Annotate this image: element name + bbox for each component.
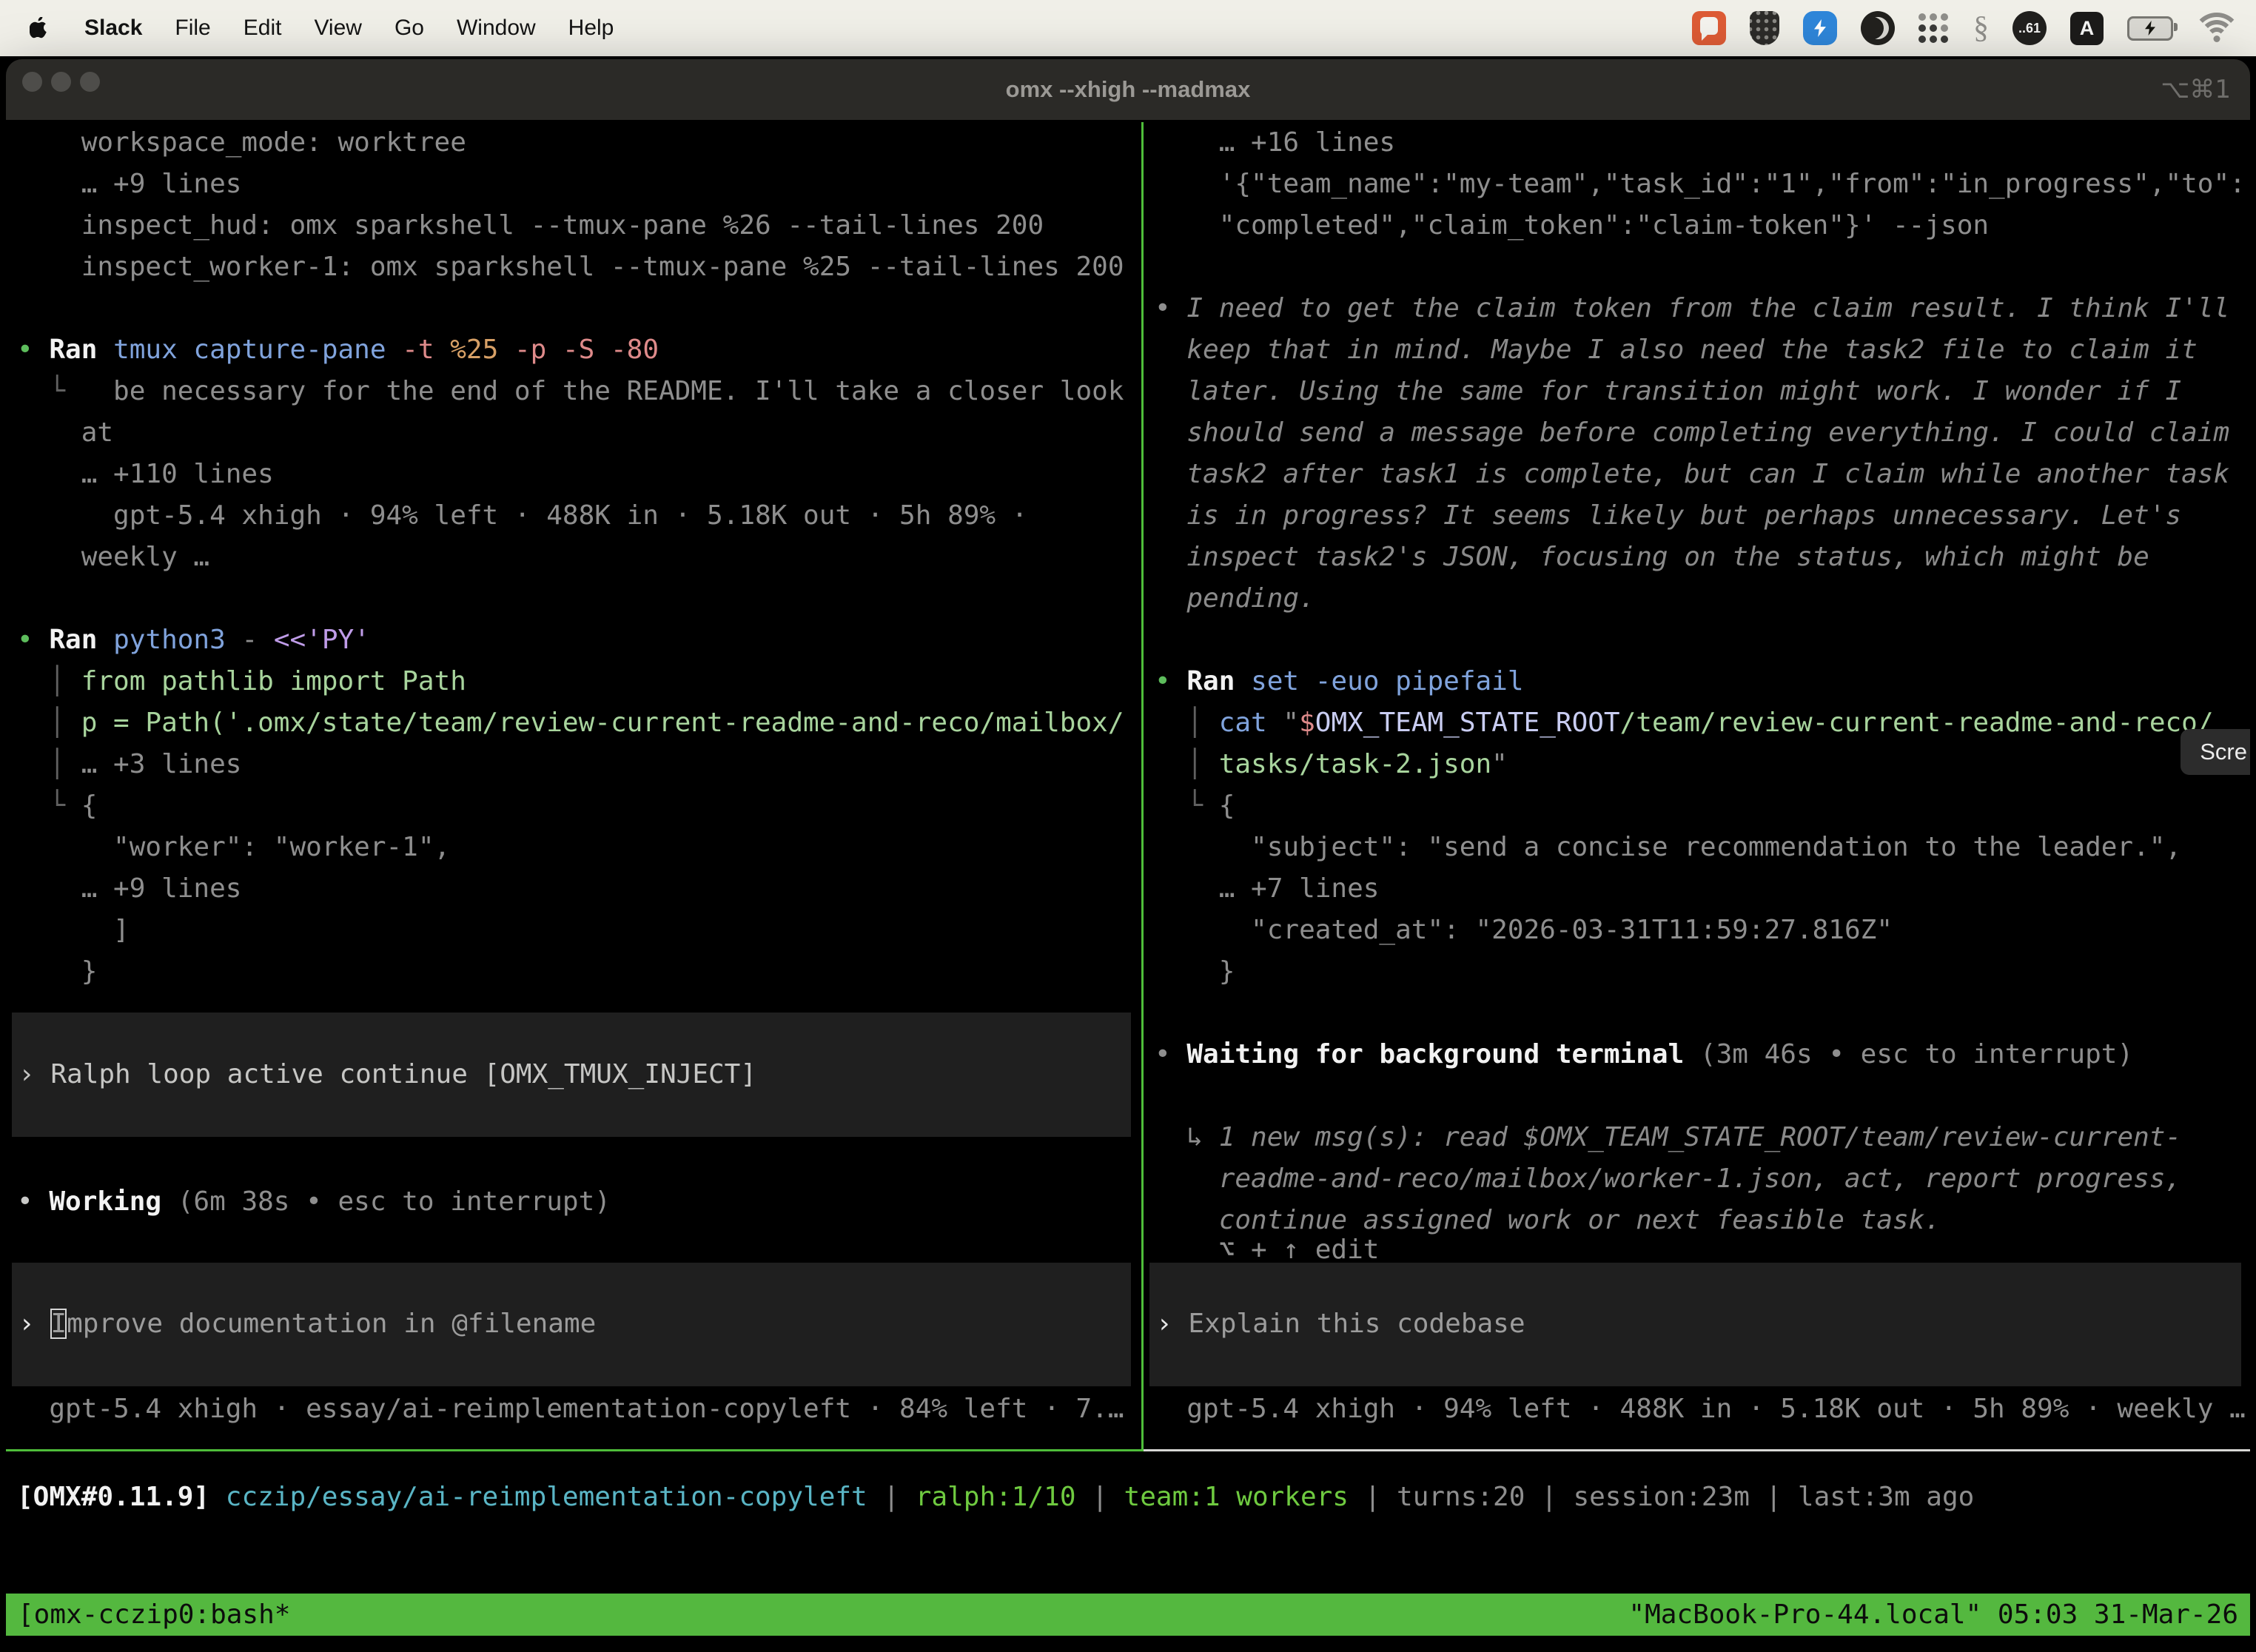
output-line: └ { <box>1155 785 1235 827</box>
ran-command-line: • Ran python3 - <<'PY' <box>17 620 370 661</box>
output-line: … +9 lines <box>17 868 241 910</box>
output-line: … +9 lines <box>17 164 241 205</box>
code-line: │ … +3 lines <box>17 744 241 785</box>
window-titlebar[interactable]: omx --xhigh --madmax ⌥⌘1 <box>6 59 2250 120</box>
menu-bar-left: Slack File Edit View Go Window Help <box>0 16 630 41</box>
chevron-prompt-icon: › <box>19 1309 35 1339</box>
output-line: "created_at": "2026-03-31T11:59:27.816Z" <box>1155 910 1893 951</box>
thinking-line: • I need to get the claim token from the… <box>1155 288 2229 329</box>
text-cursor: I <box>50 1309 67 1339</box>
chevron-prompt-icon: › <box>19 1059 35 1089</box>
tmux-host-clock-label: "MacBook-Pro-44.local" 05:03 31-Mar-26 <box>1628 1594 2238 1636</box>
terminal-content: › Ralph loop active continue [OMX_TMUX_I… <box>6 120 2250 1652</box>
chat-app-icon[interactable] <box>1692 11 1726 45</box>
chevron-prompt-icon: › <box>1156 1309 1172 1339</box>
output-line: } <box>1155 951 1235 993</box>
terminal-window: omx --xhigh --madmax ⌥⌘1 › Ralph loop ac… <box>6 59 2250 1652</box>
output-line: … +16 lines <box>1155 122 1395 164</box>
dark-crescent-icon[interactable] <box>1861 11 1895 45</box>
output-line: inspect_hud: omx sparkshell --tmux-pane … <box>17 205 1044 246</box>
message-line: ↳ 1 new msg(s): read $OMX_TEAM_STATE_ROO… <box>1155 1117 2181 1158</box>
wifi-icon[interactable] <box>2197 13 2237 44</box>
output-line: "subject": "send a concise recommendatio… <box>1155 827 2181 868</box>
thinking-line: later. Using the same for transition mig… <box>1155 371 2181 412</box>
window-title: omx --xhigh --madmax <box>6 59 2250 120</box>
menu-item-edit[interactable]: Edit <box>227 16 298 41</box>
output-line: "completed","claim_token":"claim-token"}… <box>1155 205 1989 246</box>
apple-logo-icon[interactable] <box>30 17 49 39</box>
prompt-input-left[interactable]: › Improve documentation in @filename <box>12 1263 1131 1386</box>
thinking-line: is in progress? It seems likely but perh… <box>1155 495 2181 537</box>
edit-hint-line: ⌥ + ↑ edit <box>1155 1229 1379 1271</box>
output-line: weekly … <box>17 537 209 578</box>
menu-item-file[interactable]: File <box>158 16 226 41</box>
omx-status-line: [OMX#0.11.9] cczip/essay/ai-reimplementa… <box>17 1477 1974 1518</box>
input-placeholder-text: mprove documentation in @filename <box>67 1309 596 1339</box>
output-line: workspace_mode: worktree <box>17 122 466 164</box>
menu-bar-status-icons: § ..61 A <box>1692 10 2256 46</box>
output-line: '{"team_name":"my-team","task_id":"1","f… <box>1155 164 2246 205</box>
shield-grid-icon[interactable] <box>1750 11 1779 45</box>
menu-item-view[interactable]: View <box>298 16 377 41</box>
battery-percent-icon[interactable]: ..61 <box>2012 11 2047 45</box>
output-line: ] <box>17 910 130 951</box>
thinking-line: pending. <box>1155 578 1315 620</box>
output-line: inspect_worker-1: omx sparkshell --tmux-… <box>17 246 1124 288</box>
model-status-line: gpt-5.4 xhigh · essay/ai-reimplementatio… <box>17 1389 1124 1430</box>
output-line: … +110 lines <box>17 454 274 495</box>
code-line: │ cat "$OMX_TEAM_STATE_ROOT/team/review-… <box>1155 702 2214 744</box>
pane-right[interactable]: › Explain this codebase … +16 lines '{"t… <box>1144 122 2250 1451</box>
battery-charging-icon[interactable] <box>2127 16 2173 41</box>
code-line: │ p = Path('.omx/state/team/review-curre… <box>17 702 1124 744</box>
thinking-line: keep that in mind. Maybe I also need the… <box>1155 329 2198 371</box>
dots-grid-icon[interactable] <box>1918 13 1950 44</box>
ran-command-line: • Ran set -euo pipefail <box>1155 661 1524 702</box>
menu-item-slack[interactable]: Slack <box>68 16 158 41</box>
squiggle-icon[interactable]: § <box>1973 10 1989 46</box>
thinking-line: task2 after task1 is complete, but can I… <box>1155 454 2229 495</box>
screen-tooltip: Scre <box>2181 729 2250 775</box>
code-line: │ from pathlib import Path <box>17 661 466 702</box>
output-line: } <box>17 951 97 993</box>
output-line: └ be necessary for the end of the README… <box>17 371 1124 412</box>
ralph-status-box: › Ralph loop active continue [OMX_TMUX_I… <box>12 1013 1131 1137</box>
working-status-line: • Working (6m 38s • esc to interrupt) <box>17 1181 611 1223</box>
blue-bolt-icon[interactable] <box>1803 11 1837 45</box>
menu-bar: Slack File Edit View Go Window Help § ..… <box>0 0 2256 56</box>
output-line: at <box>17 412 113 454</box>
output-line: "worker": "worker-1", <box>17 827 450 868</box>
menu-item-window[interactable]: Window <box>440 16 552 41</box>
waiting-status-line: • Waiting for background terminal (3m 46… <box>1155 1034 2133 1075</box>
output-line: gpt-5.4 xhigh · 94% left · 488K in · 5.1… <box>17 495 1027 537</box>
screen: Slack File Edit View Go Window Help § ..… <box>0 0 2256 1652</box>
input-placeholder-text: Explain this codebase <box>1188 1309 1525 1339</box>
model-status-line: gpt-5.4 xhigh · 94% left · 488K in · 5.1… <box>1155 1389 2246 1430</box>
menu-item-help[interactable]: Help <box>552 16 631 41</box>
output-line: … +7 lines <box>1155 868 1379 910</box>
message-line: readme-and-reco/mailbox/worker-1.json, a… <box>1155 1158 2181 1200</box>
tmux-session-label: [omx-cczip0:bash* <box>18 1594 290 1636</box>
pane-left[interactable]: › Ralph loop active continue [OMX_TMUX_I… <box>6 122 1144 1451</box>
code-line: │ tasks/task-2.json" <box>1155 744 1508 785</box>
ran-command-line: • Ran tmux capture-pane -t %25 -p -S -80 <box>17 329 659 371</box>
prompt-input-right[interactable]: › Explain this codebase <box>1149 1263 2241 1386</box>
window-shortcut-badge: ⌥⌘1 <box>2161 59 2231 120</box>
ralph-status-line: › Ralph loop active continue [OMX_TMUX_I… <box>19 1054 756 1095</box>
output-line: └ { <box>17 785 97 827</box>
tmux-status-bar: [omx-cczip0:bash* "MacBook-Pro-44.local"… <box>6 1594 2250 1636</box>
thinking-line: inspect task2's JSON, focusing on the st… <box>1155 537 2149 578</box>
keyboard-layout-icon[interactable]: A <box>2070 12 2104 45</box>
menu-item-go[interactable]: Go <box>378 16 440 41</box>
thinking-line: should send a message before completing … <box>1155 412 2229 454</box>
